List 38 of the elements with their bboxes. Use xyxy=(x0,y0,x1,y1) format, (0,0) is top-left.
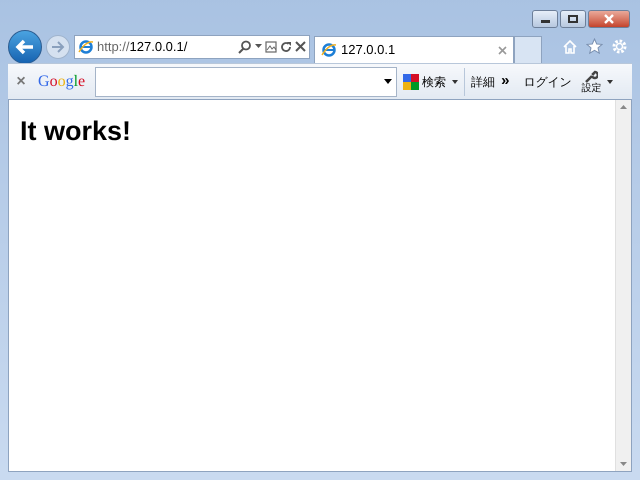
google-g-icon xyxy=(403,74,420,90)
scroll-up-icon[interactable] xyxy=(620,105,627,109)
scroll-down-icon[interactable] xyxy=(620,462,627,466)
chevron-icon[interactable]: » xyxy=(501,70,510,93)
arrow-right-icon xyxy=(51,40,65,52)
dropdown-icon[interactable] xyxy=(452,80,458,84)
refresh-icon[interactable] xyxy=(280,40,292,52)
more-button[interactable]: 詳細 xyxy=(471,72,496,90)
back-button[interactable] xyxy=(8,30,42,64)
close-icon xyxy=(604,14,614,24)
search-field[interactable] xyxy=(95,66,398,96)
arrow-left-icon xyxy=(15,38,35,54)
close-button[interactable] xyxy=(588,10,630,28)
search-button[interactable]: 検索 xyxy=(403,72,446,90)
browser-tab[interactable]: 127.0.0.1 xyxy=(314,36,514,63)
dropdown-icon[interactable] xyxy=(384,79,392,84)
minimize-icon xyxy=(540,20,550,22)
maximize-button[interactable] xyxy=(560,10,586,28)
close-icon[interactable] xyxy=(295,41,306,52)
scrollbar[interactable] xyxy=(615,100,631,471)
page-heading: It works! xyxy=(20,118,132,145)
address-field[interactable]: http://127.0.0.1/ xyxy=(74,34,310,58)
close-toolbar-button[interactable]: × xyxy=(14,70,28,94)
browser-e-icon xyxy=(321,42,337,58)
wrench-icon xyxy=(584,70,598,84)
login-button[interactable]: ログイン xyxy=(523,72,572,90)
star-icon[interactable] xyxy=(586,38,603,55)
maximize-icon xyxy=(568,15,578,23)
address-text: http://127.0.0.1/ xyxy=(97,38,188,56)
search-icon[interactable] xyxy=(238,40,252,54)
browser-e-icon xyxy=(78,38,94,54)
dropdown-icon[interactable] xyxy=(255,44,262,49)
minimize-button[interactable] xyxy=(532,10,558,28)
settings-button[interactable]: 設定 xyxy=(581,70,602,94)
tab-title: 127.0.0.1 xyxy=(341,41,396,60)
compatibility-icon[interactable] xyxy=(265,40,277,52)
dropdown-icon[interactable] xyxy=(607,80,614,84)
google-logo: Google xyxy=(37,72,86,92)
